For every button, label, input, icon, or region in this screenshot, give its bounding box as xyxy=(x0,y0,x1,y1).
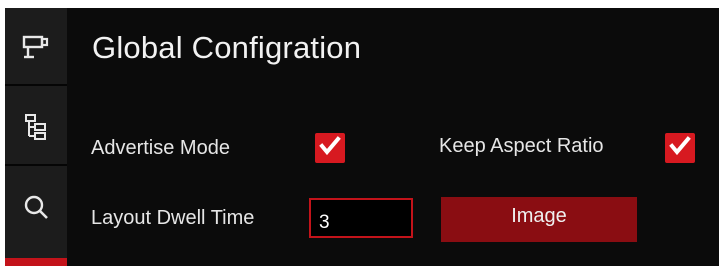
checkmark-icon xyxy=(319,135,341,161)
checkmark-icon xyxy=(669,135,691,161)
advertise-mode-checkbox[interactable] xyxy=(315,133,345,163)
advertise-mode-label: Advertise Mode xyxy=(91,137,230,159)
search-icon xyxy=(23,194,49,220)
sidebar-item-active[interactable] xyxy=(5,258,67,266)
layout-dwell-time-input[interactable] xyxy=(309,198,413,238)
sidebar-item-search[interactable] xyxy=(5,168,67,246)
sidebar xyxy=(5,8,67,266)
camera-icon xyxy=(22,34,50,60)
layout-dwell-time-label: Layout Dwell Time xyxy=(91,207,255,229)
settings-window: Global Configration Advertise Mode Keep … xyxy=(5,8,719,266)
sidebar-item-tree[interactable] xyxy=(5,88,67,166)
page-title: Global Configration xyxy=(92,30,362,65)
image-button[interactable]: Image xyxy=(441,197,637,242)
keep-aspect-ratio-label: Keep Aspect Ratio xyxy=(439,135,604,157)
tree-icon xyxy=(24,113,48,141)
keep-aspect-ratio-checkbox[interactable] xyxy=(665,133,695,163)
sidebar-item-camera[interactable] xyxy=(5,8,67,86)
